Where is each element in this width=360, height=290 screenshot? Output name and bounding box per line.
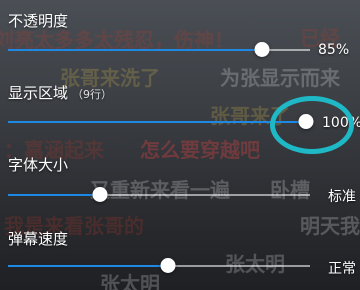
highlight-ring-annotation: [270, 96, 354, 154]
danmaku-text: 怎么要穿越吧: [140, 138, 260, 162]
opacity-label-text: 不透明度: [8, 12, 69, 30]
speed-label-text: 弹幕速度: [8, 230, 69, 248]
danmaku-text: 明天我: [300, 214, 360, 238]
slider-thumb[interactable]: [254, 42, 270, 57]
slider-fill: [8, 265, 168, 267]
display-area-label-text: 显示区域: [8, 84, 69, 102]
danmaku-settings-panel: 刘亮太多多太残忍，伤神！ 已经 张哥来洗了 为张显示而来 张哥来了 ：嘉涵起来 …: [0, 0, 360, 290]
display-area-slider[interactable]: [8, 114, 314, 130]
display-area-label: 显示区域 （9行）: [8, 82, 112, 103]
opacity-label: 不透明度: [8, 10, 68, 31]
display-area-rows: （9行）: [72, 88, 113, 101]
speed-label: 弹幕速度: [8, 228, 68, 249]
font-size-label-text: 字体大小: [8, 156, 69, 174]
font-size-label: 字体大小: [8, 154, 68, 175]
slider-fill: [8, 194, 100, 196]
speed-slider[interactable]: [8, 258, 310, 274]
speed-value: 正常: [328, 261, 356, 277]
font-size-slider[interactable]: [8, 187, 310, 203]
opacity-value: 85%: [318, 42, 350, 58]
slider-thumb[interactable]: [92, 187, 108, 202]
danmaku-text: 为张显示而来: [220, 66, 340, 90]
slider-fill: [8, 49, 262, 51]
opacity-slider[interactable]: [8, 42, 310, 58]
slider-fill: [8, 121, 306, 123]
font-size-value: 标准: [328, 189, 356, 205]
slider-thumb[interactable]: [160, 258, 176, 273]
